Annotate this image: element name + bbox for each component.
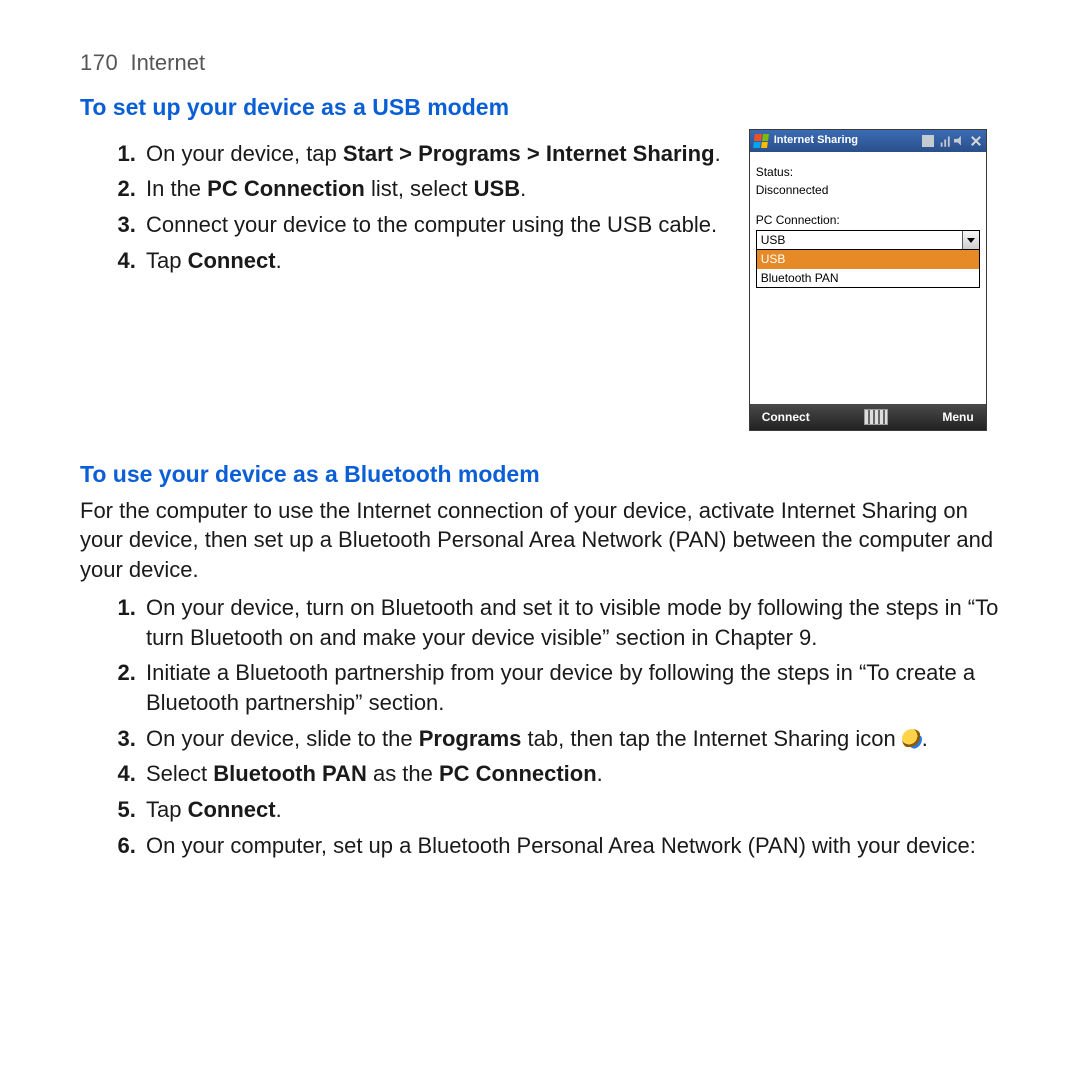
internet-sharing-icon <box>902 729 922 749</box>
usb-step-2: In the PC Connection list, select USB. <box>142 174 721 204</box>
page-number: 170 <box>80 50 118 75</box>
usb-modem-heading: To set up your device as a USB modem <box>80 92 1000 123</box>
option-usb[interactable]: USB <box>757 250 979 268</box>
network-3g-icon <box>922 135 934 147</box>
usb-steps-list: On your device, tap Start > Programs > I… <box>80 133 721 282</box>
option-bluetooth-pan[interactable]: Bluetooth PAN <box>757 269 979 287</box>
pc-connection-combo[interactable]: USB <box>756 230 980 250</box>
bt-step-6: On your computer, set up a Bluetooth Per… <box>142 831 1000 861</box>
speaker-icon <box>954 135 966 147</box>
status-value: Disconnected <box>756 182 980 198</box>
phone-window-title: Internet Sharing <box>774 133 916 148</box>
bt-step-5: Tap Connect. <box>142 795 1000 825</box>
pc-connection-label: PC Connection: <box>756 212 980 228</box>
softkey-connect[interactable]: Connect <box>762 409 810 425</box>
phone-screenshot: Internet Sharing Status: Disconnected PC… <box>749 129 987 431</box>
bt-step-1: On your device, turn on Bluetooth and se… <box>142 593 1000 652</box>
phone-status-icons <box>922 135 982 147</box>
bt-step-4: Select Bluetooth PAN as the PC Connectio… <box>142 759 1000 789</box>
pc-connection-options: USB Bluetooth PAN <box>756 250 980 287</box>
phone-softkey-bar: Connect Menu <box>750 404 986 430</box>
signal-icon <box>938 135 950 147</box>
bluetooth-steps-list: On your device, turn on Bluetooth and se… <box>80 593 1000 861</box>
status-label: Status: <box>756 164 980 180</box>
close-icon[interactable] <box>970 135 982 147</box>
bt-step-2: Initiate a Bluetooth partnership from yo… <box>142 658 1000 717</box>
softkey-keyboard-icon[interactable] <box>864 409 888 425</box>
section-name: Internet <box>130 50 205 75</box>
running-header: 170 Internet <box>80 48 1000 78</box>
softkey-menu[interactable]: Menu <box>942 409 973 425</box>
pc-connection-selected: USB <box>757 231 962 249</box>
bt-step-3: On your device, slide to the Programs ta… <box>142 724 1000 754</box>
combo-dropdown-button[interactable] <box>962 231 979 249</box>
bluetooth-modem-heading: To use your device as a Bluetooth modem <box>80 459 1000 490</box>
phone-body: Status: Disconnected PC Connection: USB … <box>750 152 986 404</box>
windows-flag-icon <box>753 134 769 148</box>
chevron-down-icon <box>967 238 975 243</box>
usb-step-1: On your device, tap Start > Programs > I… <box>142 139 721 169</box>
bluetooth-intro: For the computer to use the Internet con… <box>80 496 1000 585</box>
phone-titlebar: Internet Sharing <box>750 130 986 152</box>
usb-step-4: Tap Connect. <box>142 246 721 276</box>
usb-step-3: Connect your device to the computer usin… <box>142 210 721 240</box>
